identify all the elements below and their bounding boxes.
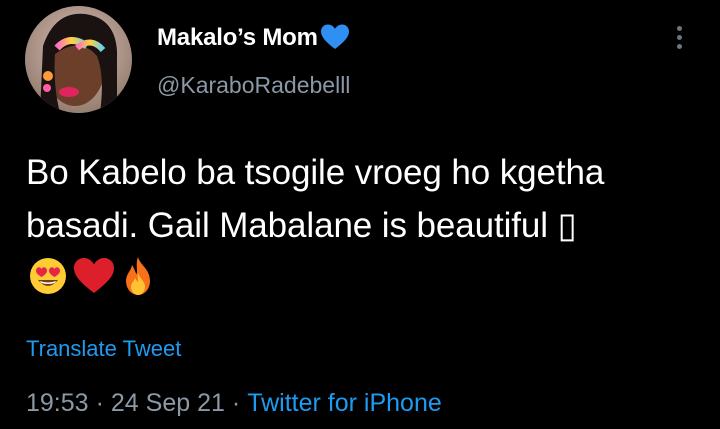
more-dot-icon <box>676 34 682 40</box>
tweet-card: Makalo’s Mom @KaraboRadebelll Bo Kabelo … <box>0 0 720 429</box>
display-name[interactable]: Makalo’s Mom <box>157 24 318 52</box>
tweet-date[interactable]: 24 Sep 21 <box>111 389 225 417</box>
more-options-button[interactable] <box>666 20 692 54</box>
heart-eyes-face-icon <box>28 256 68 311</box>
tweet-meta: 19:53 · 24 Sep 21 · Twitter for iPhone <box>26 389 442 418</box>
blue-heart-icon <box>320 23 350 56</box>
emoji-group <box>28 255 156 312</box>
translate-tweet-link[interactable]: Translate Tweet <box>26 336 181 362</box>
tweet-source-link[interactable]: Twitter for iPhone <box>247 389 442 417</box>
avatar-image <box>25 6 132 113</box>
meta-separator: · <box>95 389 104 417</box>
more-dot-icon <box>676 25 682 31</box>
more-dot-icon <box>676 43 682 49</box>
tweet-text: Bo Kabelo ba tsogile vroeg ho kgetha bas… <box>26 146 696 312</box>
author-name-row[interactable]: Makalo’s Mom <box>157 20 350 56</box>
avatar[interactable] <box>25 6 132 113</box>
tweet-body: Bo Kabelo ba tsogile vroeg ho kgetha bas… <box>26 153 605 245</box>
author-handle[interactable]: @KaraboRadebelll <box>157 72 350 99</box>
red-heart-icon <box>72 256 116 311</box>
fire-icon <box>120 255 156 312</box>
meta-separator: · <box>231 389 241 417</box>
missing-glyph: ▯ <box>557 206 577 245</box>
tweet-time[interactable]: 19:53 <box>26 389 89 417</box>
